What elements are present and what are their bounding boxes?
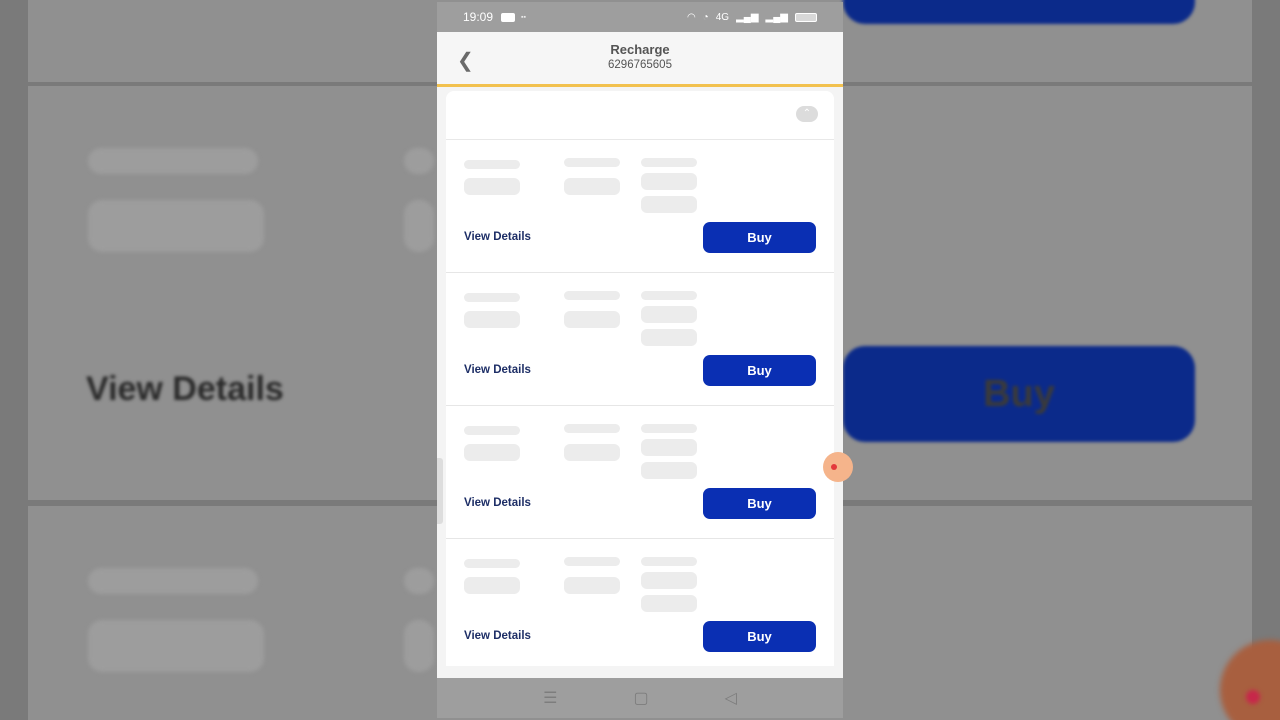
skeleton-block	[464, 311, 520, 328]
skeleton-block	[641, 196, 697, 213]
skeleton-block	[464, 178, 520, 195]
skeleton-block	[641, 329, 697, 346]
app-header: ❮ Recharge 6296765605	[437, 32, 843, 87]
skeleton-line	[464, 426, 520, 435]
plan-card: View Details Buy	[446, 140, 834, 273]
chevron-left-icon[interactable]: ❮	[457, 48, 474, 73]
bg-skeleton	[88, 148, 258, 174]
skeleton-line	[641, 291, 697, 300]
signal-icon-2: ▂▄▆	[765, 11, 788, 23]
skeleton-block	[464, 444, 520, 461]
skeleton-line	[641, 158, 697, 167]
status-bar: 19:09 ▪▪ ◠ ◔ 4G ▂▄▆ ▂▄▆	[437, 2, 843, 32]
view-details-link[interactable]: View Details	[464, 630, 531, 642]
bg-skeleton	[88, 620, 264, 672]
buy-button[interactable]: Buy	[703, 355, 816, 386]
skeleton-block	[641, 595, 697, 612]
plan-card: View Details Buy	[446, 539, 834, 666]
home-icon[interactable]: ▢	[633, 688, 648, 708]
headphones-icon: ◠	[686, 11, 696, 23]
signal-icon: ▂▄▆	[736, 11, 759, 23]
skeleton-line	[464, 160, 520, 169]
skeleton-block	[641, 462, 697, 479]
bg-skeleton	[404, 200, 434, 252]
bg-skeleton	[404, 620, 434, 672]
notification-icon: ▪▪	[521, 13, 526, 21]
skeleton-line	[641, 557, 697, 566]
view-details-link[interactable]: View Details	[464, 364, 531, 376]
phone-screen: 19:09 ▪▪ ◠ ◔ 4G ▂▄▆ ▂▄▆ ❮ Recharge 62967…	[437, 2, 843, 718]
view-details-link[interactable]: View Details	[464, 497, 531, 509]
system-nav-bar: ☰ ▢ ◁	[437, 678, 843, 718]
youtube-notification-icon	[501, 12, 516, 22]
bg-view-details-text: View Details	[86, 370, 284, 408]
skeleton-block	[641, 572, 697, 589]
skeleton-line	[641, 424, 697, 433]
skeleton-line	[464, 293, 520, 302]
plan-card: View Details Buy	[446, 273, 834, 406]
skeleton-line	[464, 559, 520, 568]
bg-floating-orb-dot	[1246, 690, 1260, 704]
skeleton-block	[641, 306, 697, 323]
collapse-row: ⌃	[446, 91, 834, 140]
page-title: Recharge	[610, 42, 670, 57]
bg-buy-button-top	[843, 0, 1195, 24]
chevron-up-icon[interactable]: ⌃	[796, 106, 818, 122]
skeleton-block	[564, 178, 620, 195]
skeleton-line	[564, 557, 620, 566]
skeleton-block	[564, 311, 620, 328]
skeleton-line	[564, 158, 620, 167]
buy-button[interactable]: Buy	[703, 621, 816, 652]
skeleton-line	[564, 291, 620, 300]
plan-card: View Details Buy	[446, 406, 834, 539]
bg-buy-button: Buy	[843, 346, 1195, 442]
skeleton-line	[564, 424, 620, 433]
bg-skeleton	[88, 568, 258, 594]
floating-bubble-icon[interactable]	[823, 452, 853, 482]
bg-skeleton	[404, 568, 434, 594]
wifi-icon: ◔	[702, 11, 709, 23]
menu-icon[interactable]: ☰	[543, 688, 557, 708]
skeleton-block	[641, 173, 697, 190]
skeleton-block	[564, 444, 620, 461]
bg-skeleton	[404, 148, 434, 174]
skeleton-block	[464, 577, 520, 594]
skeleton-block	[564, 577, 620, 594]
side-handle[interactable]	[437, 458, 443, 524]
phone-number: 6296765605	[608, 59, 672, 71]
plans-container: ⌃ View Details Buy View Details Buy View…	[446, 91, 834, 666]
buy-button[interactable]: Buy	[703, 222, 816, 253]
status-time: 19:09	[463, 10, 494, 24]
battery-icon	[795, 12, 817, 22]
bg-skeleton	[88, 200, 264, 252]
skeleton-block	[641, 439, 697, 456]
view-details-link[interactable]: View Details	[464, 231, 531, 243]
network-type: 4G	[715, 11, 730, 23]
status-icons: ◠ ◔ 4G ▂▄▆ ▂▄▆	[687, 12, 817, 23]
buy-button[interactable]: Buy	[703, 488, 816, 519]
back-triangle-icon[interactable]: ◁	[725, 688, 737, 708]
